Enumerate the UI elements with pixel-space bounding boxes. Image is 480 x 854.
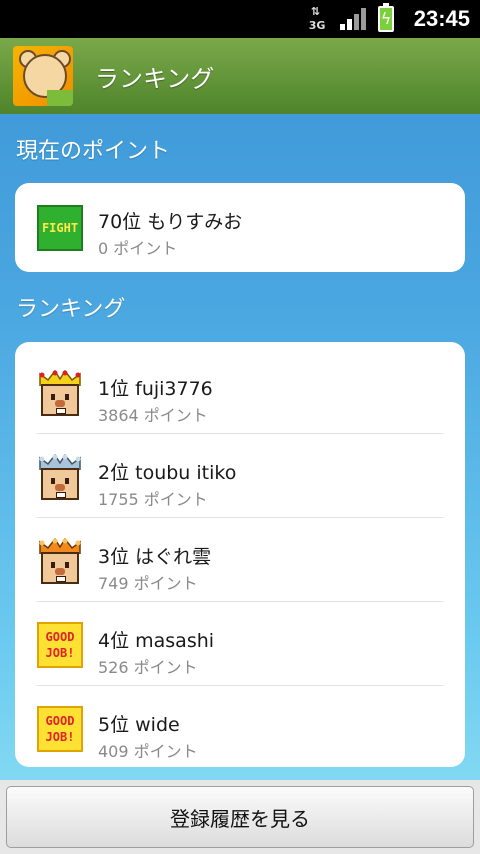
bronze-crown-icon [37, 538, 83, 584]
ranking-points: 749 ポイント [98, 574, 198, 593]
ranking-points: 3864 ポイント [98, 406, 208, 425]
page-title: ランキング [95, 64, 215, 93]
current-user-name: 70位 もりすみお [98, 211, 243, 233]
ranking-row-2[interactable]: 2位 toubu itiko 1755 ポイント [15, 434, 465, 518]
badge-text: GOOD [45, 630, 75, 644]
ranking-points: 409 ポイント [98, 742, 198, 761]
good-job-badge-icon: GOOD JOB! [37, 622, 83, 668]
ranking-name: 3位 はぐれ雲 [98, 546, 212, 568]
status-bar: ⇅ 3G ϟ 23:45 [0, 0, 480, 38]
badge-text: JOB! [45, 646, 75, 660]
ranking-row-1[interactable]: 1位 fuji3776 3864 ポイント [15, 350, 465, 434]
battery-charging-icon: ϟ [377, 3, 394, 32]
current-points-card: FIGHT 70位 もりすみお 0 ポイント [15, 183, 465, 272]
action-bar: ランキング [0, 38, 480, 114]
ranking-list: 1位 fuji3776 3864 ポイント 2位 toubu itiko 175… [15, 342, 465, 767]
ranking-row-5[interactable]: GOOD JOB! 5位 wide 409 ポイント [15, 686, 465, 770]
badge-text: GOOD [45, 714, 75, 728]
ranking-name: 1位 fuji3776 [98, 378, 213, 400]
ranking-points: 1755 ポイント [98, 490, 208, 509]
ranking-name: 4位 masashi [98, 630, 215, 652]
current-user-row[interactable]: FIGHT 70位 もりすみお 0 ポイント [15, 183, 465, 272]
ranking-row-3[interactable]: 3位 はぐれ雲 749 ポイント [15, 518, 465, 602]
status-time: 23:45 [413, 6, 470, 31]
bottom-bar: 登録履歴を見る [0, 780, 480, 854]
app-logo-bear-icon[interactable] [13, 46, 73, 106]
badge-text: JOB! [45, 730, 75, 744]
good-job-badge-icon: GOOD JOB! [37, 706, 83, 752]
fight-badge-icon: FIGHT [37, 205, 83, 251]
ranking-heading: ランキング [16, 297, 126, 322]
network-3g-icon: ⇅ 3G [308, 5, 326, 32]
view-history-button[interactable]: 登録履歴を見る [6, 786, 474, 848]
gold-crown-icon [37, 370, 83, 416]
silver-crown-icon [37, 454, 83, 500]
current-points-heading: 現在のポイント [16, 139, 171, 164]
ranking-name: 5位 wide [98, 714, 180, 736]
current-user-points: 0 ポイント [98, 239, 178, 258]
ranking-row-4[interactable]: GOOD JOB! 4位 masashi 526 ポイント [15, 602, 465, 686]
signal-strength-icon [339, 8, 366, 30]
ranking-name: 2位 toubu itiko [98, 462, 237, 484]
ranking-points: 526 ポイント [98, 658, 198, 677]
